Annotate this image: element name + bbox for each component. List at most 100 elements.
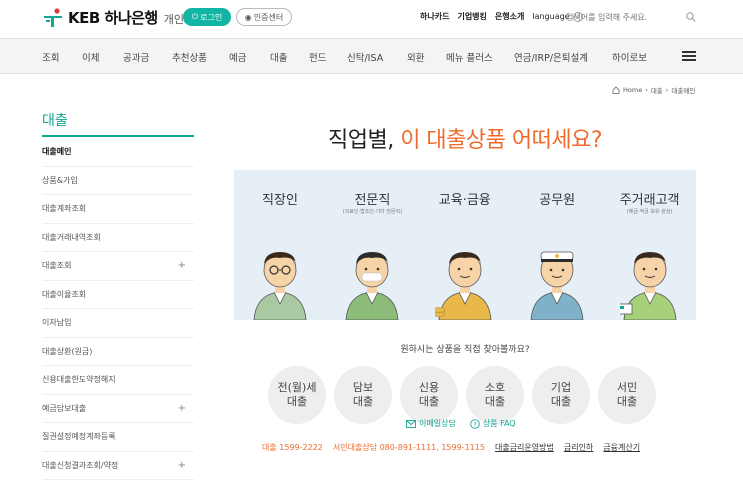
contact-info: 대출 1599-2222 서민대출상담 080-891-1111, 1599-1… [262, 442, 640, 453]
sidebar-item[interactable]: 대출메인 [42, 138, 194, 167]
login-button[interactable]: ⏻ 로그인 [183, 8, 231, 26]
util-link-business[interactable]: 기업뱅킹 [457, 11, 486, 22]
util-link-about[interactable]: 은행소개 [495, 11, 524, 22]
search-input[interactable] [566, 12, 676, 22]
nav-item-menu-plus[interactable]: 메뉴 플러스 [446, 50, 493, 64]
loan-category-line2: 대출 [550, 395, 572, 408]
loan-category-line2: 대출 [616, 395, 638, 408]
sidebar-item-label: 대출계좌조회 [42, 204, 87, 214]
nav-item-pension[interactable]: 연금/IRP/은퇴설계 [514, 50, 588, 64]
loan-phone: 대출 1599-2222 [262, 443, 323, 452]
sidebar-item[interactable]: 예금담보대출 + [42, 395, 194, 423]
sidebar-item[interactable]: 대출신청결과조회/약정 + [42, 452, 194, 480]
cert-icon: ◉ [244, 12, 252, 22]
search-icon[interactable] [686, 12, 696, 22]
sidebar-item-label: 대출거래내역조회 [42, 232, 101, 242]
sidebar-item[interactable]: 대출상환(원금) [42, 338, 194, 366]
logo-subtitle: 개인 [163, 13, 184, 26]
breadcrumb-home[interactable]: Home [623, 86, 642, 94]
nav-item-trust-isa[interactable]: 신탁/ISA [347, 50, 383, 64]
svg-text:?: ? [473, 420, 476, 428]
sidebar-item-label: 예금담보대출 [42, 403, 87, 413]
nav-item-recommended[interactable]: 추천상품 [172, 50, 207, 64]
sidebar-item[interactable]: 질권설정예정계좌등록 [42, 423, 194, 452]
main-nav: 조회 이체 공과금 추천상품 예금 대출 펀드 신탁/ISA 외환 메뉴 플러스… [0, 38, 743, 74]
mail-icon [406, 419, 416, 428]
nav-item-inquiry[interactable]: 조회 [42, 50, 59, 64]
search-box[interactable] [566, 9, 696, 25]
persona-card[interactable]: 교육·금융 [419, 170, 511, 320]
loan-rate-method-link[interactable]: 대출금리운영방법 [495, 442, 554, 453]
breadcrumb: Home › 대출 › 대출메인 [612, 85, 695, 95]
util-link-hanacard[interactable]: 하나카드 [420, 11, 449, 22]
plus-icon[interactable]: + [178, 403, 186, 414]
loan-category-text: 담보 대출 [353, 381, 373, 409]
occupation-banner: 직장인 전문직 (의료인·법조인·기타 전문직) 교육·금융 공무원 주거래고객 (예금·적… [234, 170, 696, 320]
loan-category-line1: 소호 [484, 381, 506, 394]
loan-category-button[interactable]: 소호 대출 [466, 366, 524, 424]
loan-category-text: 전(월)세 대출 [278, 381, 317, 409]
nav-item-hirobo[interactable]: 하이로보 [612, 50, 647, 64]
loan-category-button[interactable]: 전(월)세 대출 [268, 366, 326, 424]
rate-cut-link[interactable]: 금리인하 [564, 442, 593, 453]
sidebar-item[interactable]: 대출거래내역조회 [42, 224, 194, 252]
sidebar-item[interactable]: 대출조회 + [42, 252, 194, 281]
nav-item-forex[interactable]: 외환 [407, 50, 424, 64]
persona-subtitle: (의료인·법조인·기타 전문직) [342, 209, 403, 215]
page-headline: 직업별, 이 대출상품 어떠세요? [234, 122, 696, 154]
sidebar-item-label: 대출메인 [42, 147, 72, 157]
cert-center-button[interactable]: ◉ 인증센터 [236, 8, 292, 26]
finance-calculator-link[interactable]: 금융계산기 [603, 442, 640, 453]
nav-item-loan[interactable]: 대출 [270, 50, 287, 64]
breadcrumb-loan[interactable]: 대출 [651, 85, 663, 95]
utility-links: 하나카드 기업뱅킹 은행소개 language ⌄ [420, 11, 583, 22]
sidebar-item-label: 대출조회 [42, 261, 72, 271]
persona-card[interactable]: 전문직 (의료인·법조인·기타 전문직) [326, 170, 418, 320]
sidebar-item[interactable]: 대출이율조회 [42, 281, 194, 309]
headline-prefix: 직업별, [327, 128, 394, 153]
nav-item-transfer[interactable]: 이체 [82, 50, 99, 64]
loan-category-button[interactable]: 서민 대출 [598, 366, 656, 424]
loan-category-text: 서민 대출 [617, 381, 637, 409]
persona-card[interactable]: 공무원 [511, 170, 603, 320]
help-links: 이메일상담 ? 상품 FAQ [406, 418, 516, 429]
email-consult-link[interactable]: 이메일상담 [406, 418, 456, 429]
persona-name: 직장인 [262, 193, 298, 208]
persona-card[interactable]: 주거래고객 (예금·적금 보유 관심) [604, 170, 696, 320]
top-bar: KEB 하나은행 개인 ⏻ 로그인 ◉ 인증센터 하나카드 기업뱅킹 은행소개 … [0, 0, 743, 38]
logo-text: KEB 하나은행 [68, 9, 158, 27]
sidebar-item-label: 대출이율조회 [42, 289, 87, 299]
sidebar-item-label: 대출신청결과조회/약정 [42, 460, 119, 470]
login-icon: ⏻ [191, 12, 199, 21]
loan-category-text: 소호 대출 [485, 381, 505, 409]
loan-category-button[interactable]: 신용 대출 [400, 366, 458, 424]
chevron-right-icon: › [645, 86, 648, 94]
persona-name: 전문직 [354, 193, 391, 208]
sidebar-item-label: 대출상환(원금) [42, 346, 93, 356]
persona-card[interactable]: 직장인 [234, 170, 326, 320]
loan-category-list: 전(월)세 대출 담보 대출 신용 대출 소호 대출 기업 대출 서민 대출 [268, 366, 668, 424]
loan-category-line2: 대출 [484, 395, 506, 408]
email-consult-label: 이메일상담 [419, 419, 456, 428]
nav-item-utility-bills[interactable]: 공과금 [123, 50, 149, 64]
sidebar-item[interactable]: 대출계좌조회 [42, 195, 194, 224]
sidebar-item[interactable]: 이자납입 [42, 309, 194, 338]
headline-accent: 이 대출상품 어떠세요? [400, 128, 603, 153]
nav-item-deposit[interactable]: 예금 [229, 50, 246, 64]
cert-label: 인증센터 [253, 12, 284, 22]
plus-icon[interactable]: + [178, 460, 186, 471]
menu-icon[interactable] [682, 51, 696, 61]
plus-icon[interactable]: + [178, 260, 186, 271]
persona-name: 주거래고객 [619, 193, 680, 208]
loan-category-text: 기업 대출 [551, 381, 571, 409]
persona-name: 교육·금융 [438, 193, 491, 208]
faq-link[interactable]: ? 상품 FAQ [470, 418, 516, 429]
home-icon[interactable] [612, 86, 620, 94]
bank-logo[interactable]: KEB 하나은행 개인 [42, 7, 184, 28]
sidebar-item[interactable]: 신용대출한도약정해지 [42, 366, 194, 395]
loan-category-button[interactable]: 담보 대출 [334, 366, 392, 424]
login-label: 로그인 [200, 12, 223, 22]
loan-category-button[interactable]: 기업 대출 [532, 366, 590, 424]
nav-item-fund[interactable]: 펀드 [309, 50, 326, 64]
sidebar-item[interactable]: 상품&가입 [42, 167, 194, 195]
